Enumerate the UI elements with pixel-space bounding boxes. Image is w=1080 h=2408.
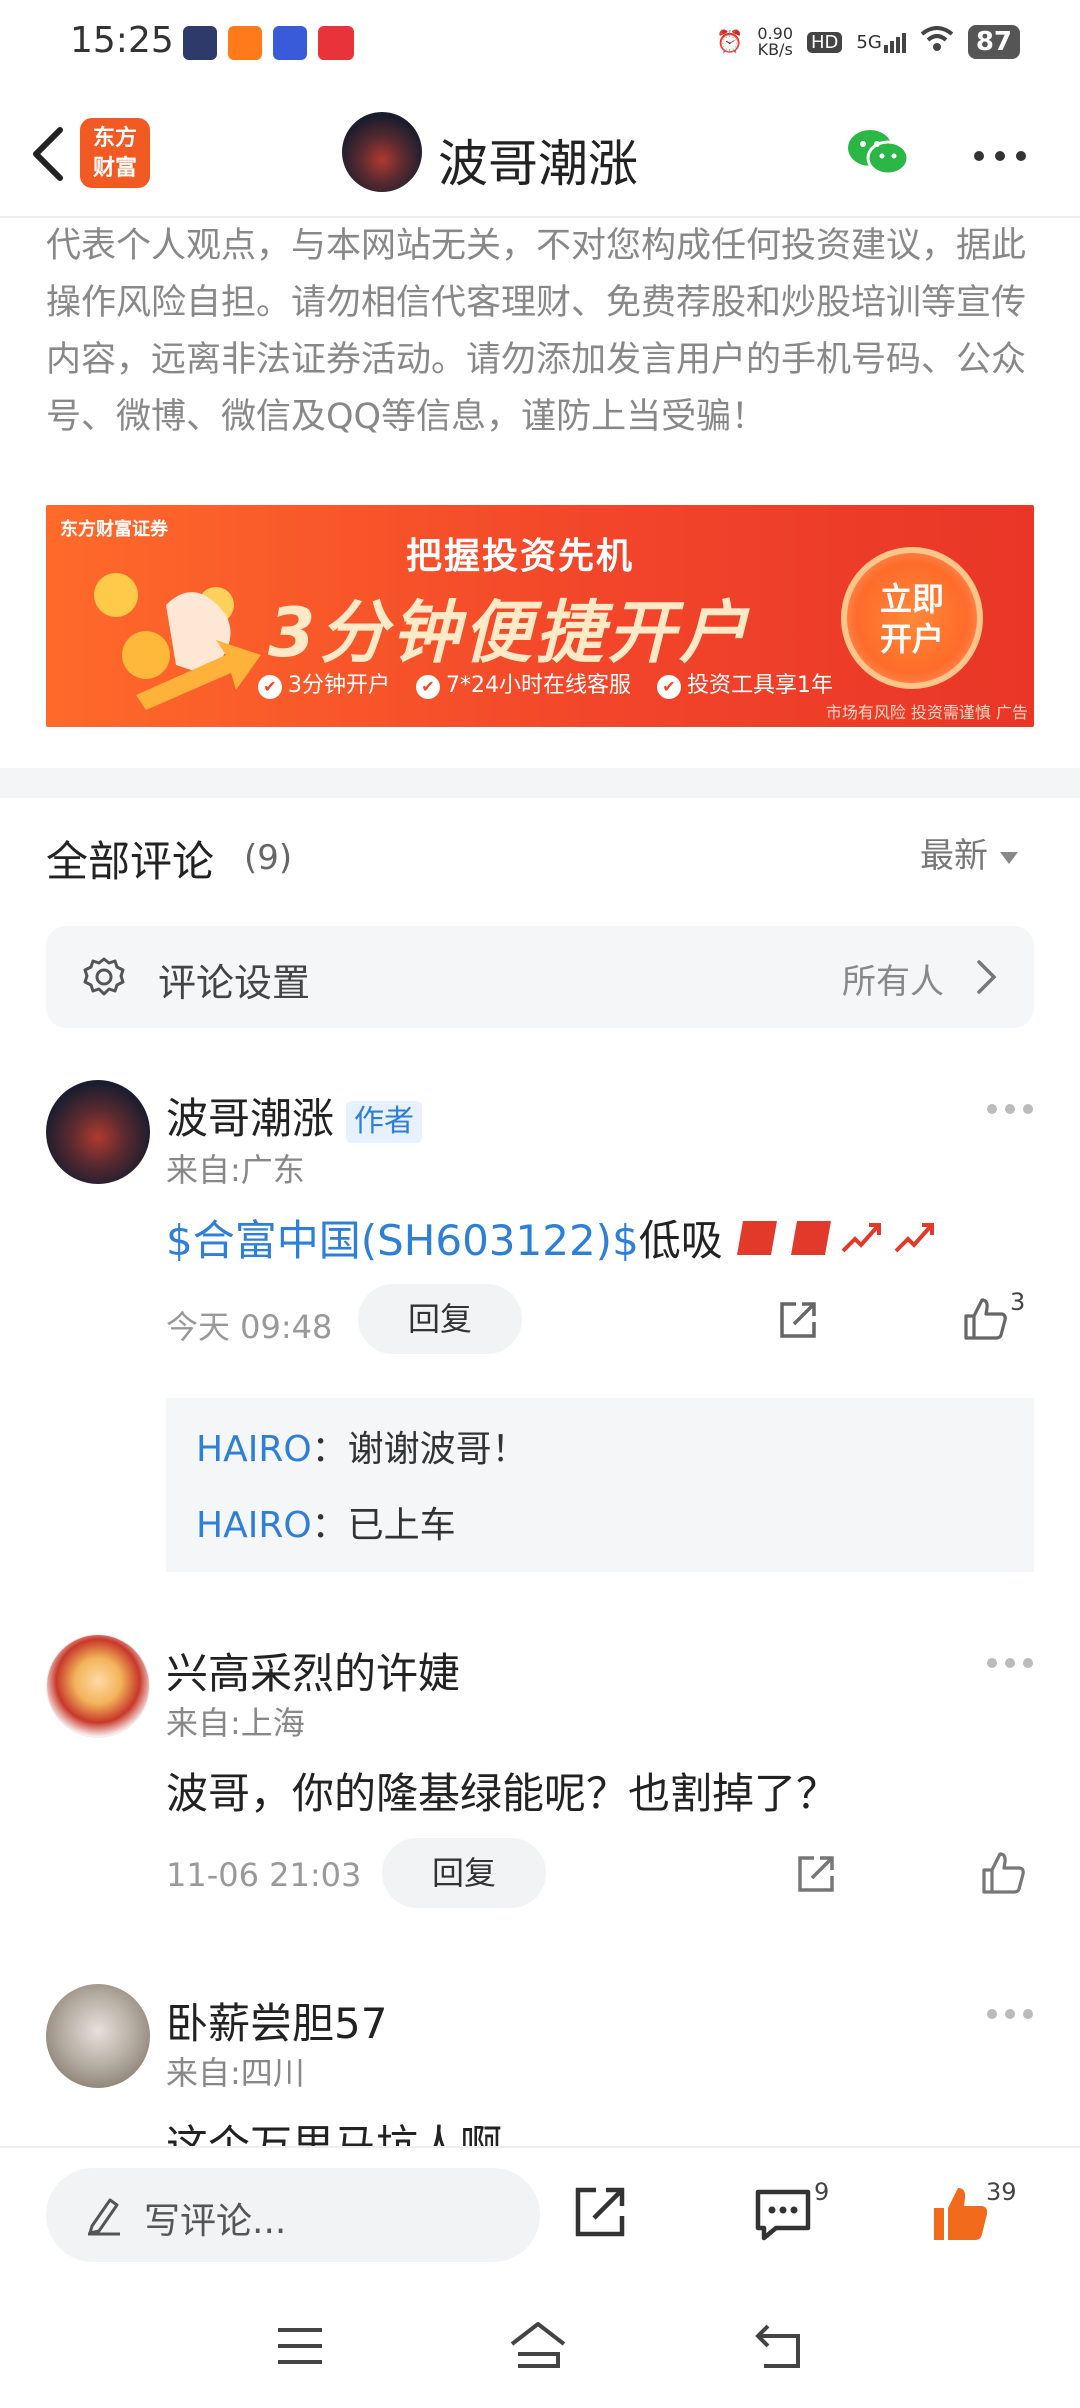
app-notification-icon xyxy=(183,26,217,60)
comments-title: 全部评论 xyxy=(46,837,215,886)
banner-perk: 投资工具享1年 xyxy=(657,667,833,699)
risk-disclaimer: 代表个人观点，与本网站无关，不对您构成任何投资建议，据此操作风险自担。请勿相信代… xyxy=(46,226,1027,437)
banner-perk: 7*24小时在线客服 xyxy=(416,667,631,699)
sub-reply[interactable]: HAIRO：谢谢波哥！ xyxy=(196,1420,528,1472)
like-icon[interactable] xyxy=(980,1850,1026,1896)
comment-settings-row[interactable]: 评论设置 所有人 xyxy=(46,926,1034,1028)
bottom-action-bar: 写评论... 9 39 xyxy=(0,2146,1080,2286)
commenter-name[interactable]: 卧薪尝胆57 xyxy=(166,1990,387,2051)
settings-value: 所有人 xyxy=(842,962,944,1002)
buy-emoji-icon xyxy=(790,1221,831,1255)
commenter-name[interactable]: 波哥潮涨 作者 xyxy=(166,1085,423,1146)
banner-risk-note: 市场有风险 投资需谨慎 广告 xyxy=(825,703,1028,722)
open-account-button[interactable]: 立即 开户 xyxy=(841,547,983,689)
status-bar: 15:25 ⏰ 0.90 KB/s HD 5G 87 xyxy=(0,0,1080,86)
author-badge: 作者 xyxy=(346,1100,423,1143)
sub-replies[interactable]: HAIRO：谢谢波哥！ HAIRO：已上车 xyxy=(166,1398,1034,1572)
author-avatar[interactable] xyxy=(342,112,422,192)
page-title[interactable]: 波哥潮涨 xyxy=(438,124,638,196)
commenter-name[interactable]: 兴高采烈的许婕 xyxy=(166,1640,460,1701)
back-nav-icon[interactable] xyxy=(754,2322,806,2370)
comment-time: 11-06 21:03 xyxy=(166,1856,362,1894)
app-notification-icon xyxy=(228,26,262,60)
back-button[interactable] xyxy=(26,124,74,184)
pencil-icon xyxy=(88,2198,120,2236)
rising-emoji-icon xyxy=(841,1223,881,1253)
share-icon[interactable] xyxy=(572,2184,628,2240)
like-icon[interactable] xyxy=(962,1296,1008,1342)
comment-more-icon[interactable] xyxy=(986,1103,1034,1115)
alarm-icon: ⏰ xyxy=(715,29,744,55)
avatar[interactable] xyxy=(46,1080,150,1184)
write-comment-input[interactable]: 写评论... xyxy=(46,2168,540,2262)
app-logo[interactable]: 东方 财富 xyxy=(80,118,150,188)
coins-hand-icon xyxy=(94,573,261,710)
sub-reply[interactable]: HAIRO：已上车 xyxy=(196,1496,456,1548)
share-icon[interactable] xyxy=(776,1298,820,1342)
comment-icon[interactable] xyxy=(754,2188,812,2242)
banner-perks: 3分钟开户 7*24小时在线客服 投资工具享1年 xyxy=(258,667,833,699)
reply-button[interactable]: 回复 xyxy=(382,1838,546,1908)
like-count: 3 xyxy=(1010,1288,1026,1316)
section-divider xyxy=(0,768,1080,798)
avatar[interactable] xyxy=(46,1984,150,2088)
more-dots-icon xyxy=(974,151,1026,161)
wifi-icon xyxy=(920,26,954,58)
signal-icon: 5G xyxy=(856,32,906,53)
menu-icon[interactable] xyxy=(276,2326,324,2366)
wechat-icon xyxy=(848,130,910,176)
wechat-share-button[interactable] xyxy=(846,126,910,180)
banner-headline: 把握投资先机 xyxy=(406,536,635,577)
rising-emoji-icon xyxy=(894,1223,935,1253)
comment-time: 今天 09:48 xyxy=(166,1308,333,1346)
banner-main-text: 3分钟便捷开户 xyxy=(268,594,752,673)
top-nav-bar: 东方 财富 波哥潮涨 xyxy=(0,86,1080,218)
app-notification-icon xyxy=(318,26,354,60)
avatar[interactable] xyxy=(46,1634,150,1738)
banner-brand: 东方财富证券 xyxy=(60,519,168,540)
stock-link[interactable]: $合富中国(SH603122)$ xyxy=(166,1216,639,1265)
share-icon[interactable] xyxy=(794,1852,838,1896)
write-comment-placeholder: 写评论... xyxy=(144,2201,287,2242)
battery-indicator: 87 xyxy=(967,25,1020,59)
like-filled-icon[interactable] xyxy=(930,2184,990,2244)
comments-count: (9) xyxy=(244,838,293,878)
comment-more-icon[interactable] xyxy=(986,1657,1034,1669)
banner-perk: 3分钟开户 xyxy=(258,667,390,699)
sort-dropdown[interactable]: 最新 xyxy=(920,828,1018,877)
comment-more-icon[interactable] xyxy=(986,2008,1034,2020)
commenter-location: 来自:四川 xyxy=(166,2054,305,2092)
status-time: 15:25 xyxy=(70,20,174,61)
ad-banner[interactable]: 东方财富证券 把握投资先机 3分钟便捷开户 3分钟开户 7*24小时在线客服 投… xyxy=(46,505,1034,727)
hd-badge: HD xyxy=(807,31,843,53)
chevron-right-icon xyxy=(977,960,997,994)
comment-count: 9 xyxy=(814,2178,830,2206)
commenter-location: 来自:广东 xyxy=(166,1151,305,1189)
buy-emoji-icon xyxy=(737,1221,778,1255)
gear-icon xyxy=(83,957,125,996)
comment-text: $合富中国(SH603122)$低吸 xyxy=(166,1207,935,1268)
comment-text: 波哥，你的隆基绿能呢？也割掉了？ xyxy=(166,1769,839,1818)
system-nav-bar xyxy=(0,2286,1080,2408)
home-icon[interactable] xyxy=(508,2320,568,2370)
app-notification-icon xyxy=(273,26,307,60)
reply-button[interactable]: 回复 xyxy=(358,1284,522,1354)
net-speed: 0.90 KB/s xyxy=(757,24,793,59)
more-options-button[interactable] xyxy=(972,148,1028,162)
settings-label: 评论设置 xyxy=(158,961,311,1005)
like-total: 39 xyxy=(986,2178,1017,2206)
commenter-location: 来自:上海 xyxy=(166,1704,305,1742)
chevron-left-icon xyxy=(33,127,63,181)
